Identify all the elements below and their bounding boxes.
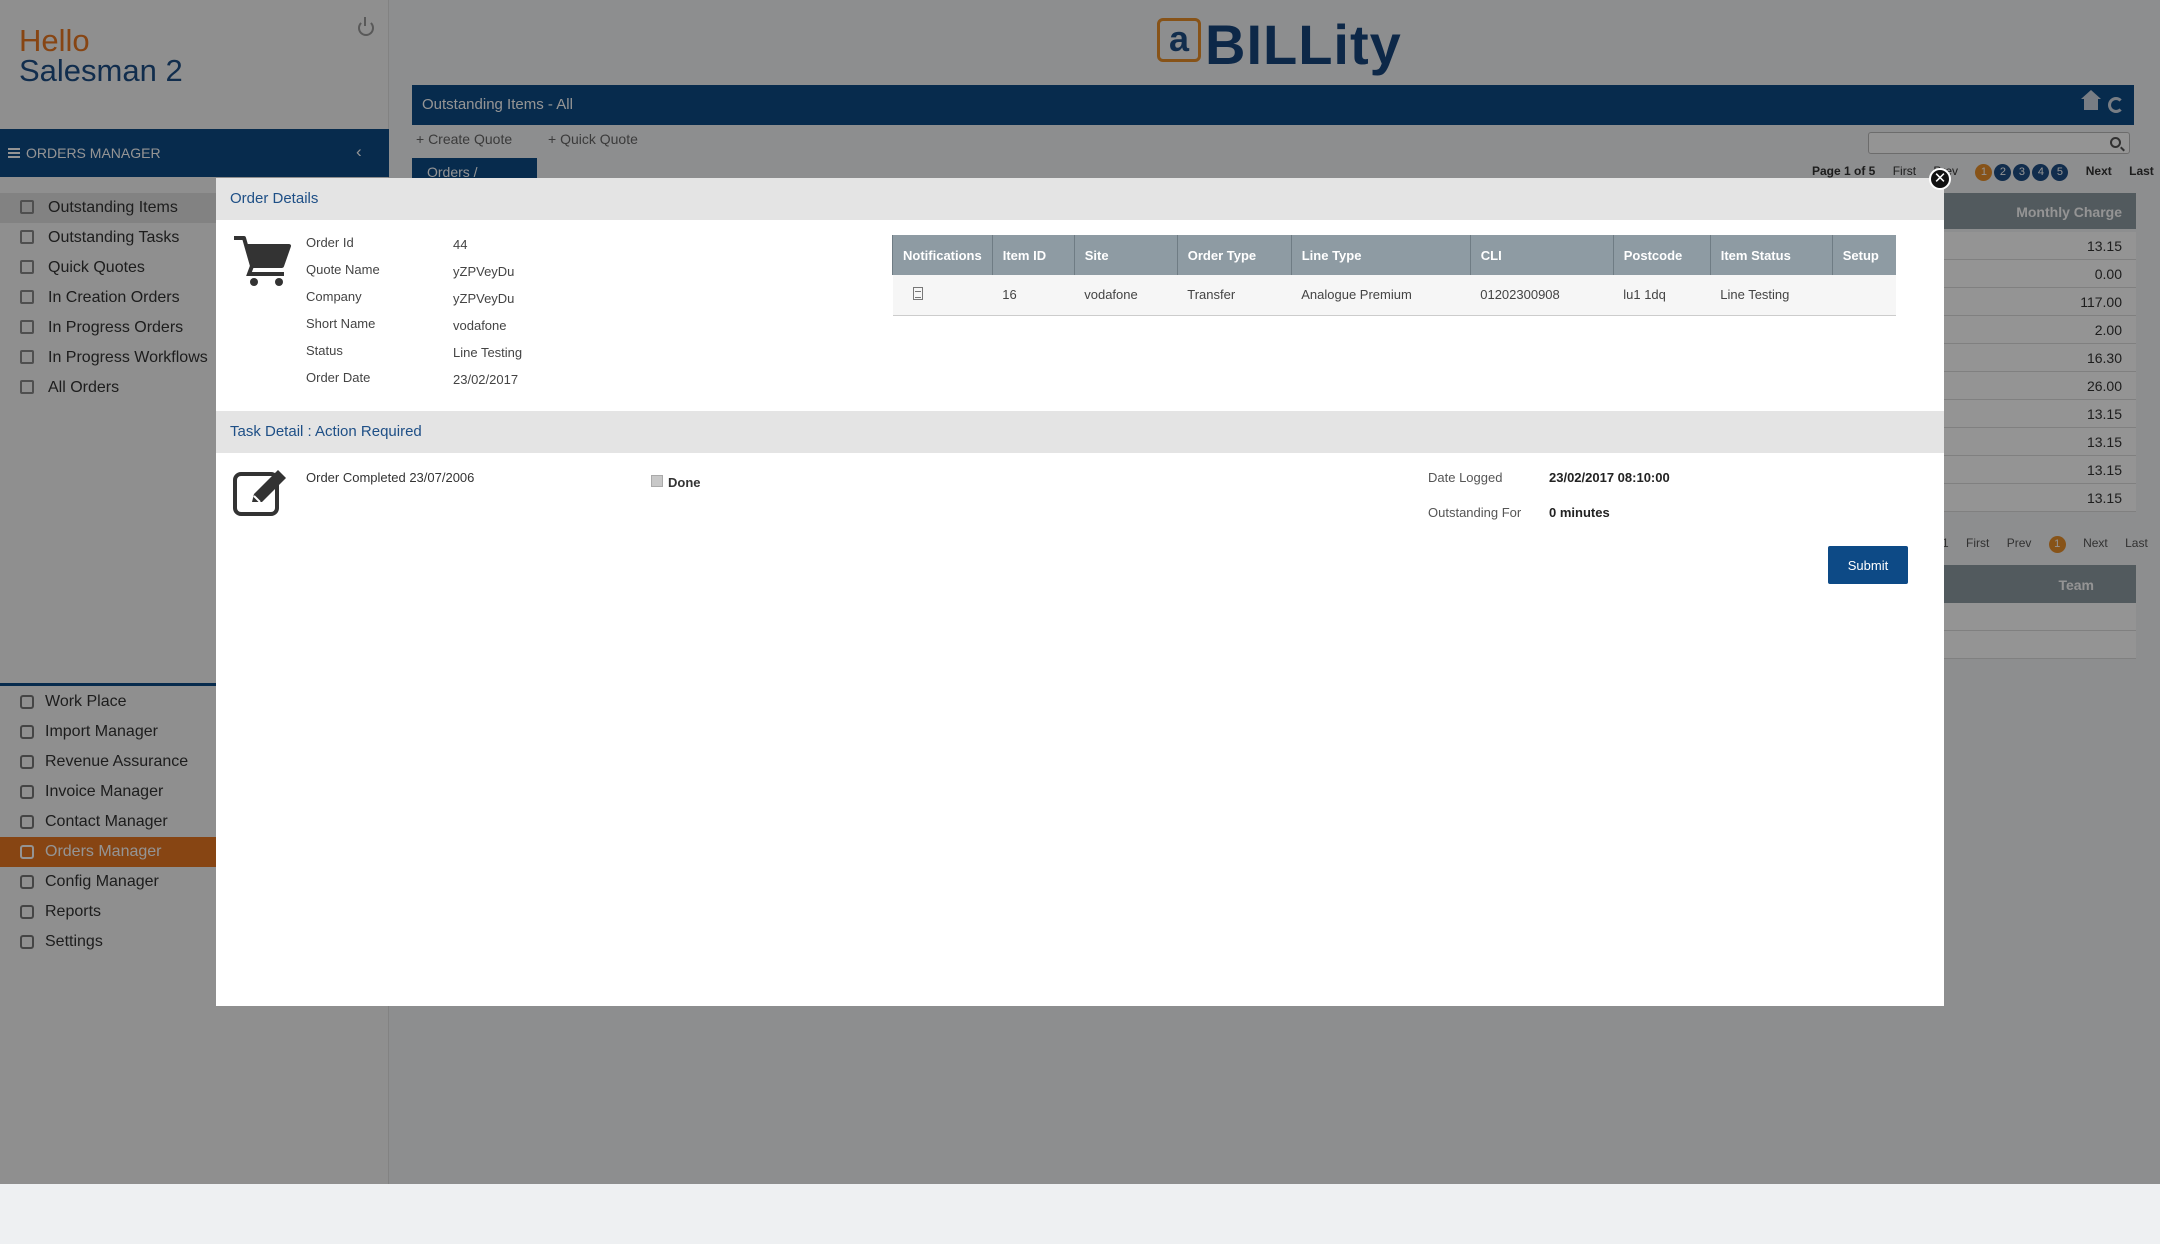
field-label-company: Company <box>306 289 362 304</box>
outstanding-for-value: 0 minutes <box>1549 505 1610 520</box>
field-label-order-date: Order Date <box>306 370 371 385</box>
edit-icon <box>233 470 286 516</box>
column-header[interactable]: Site <box>1073 235 1178 275</box>
close-icon[interactable]: ✕ <box>1929 168 1951 190</box>
date-logged-value: 23/02/2017 08:10:00 <box>1549 470 1670 485</box>
field-value-order-date: 23/02/2017 <box>453 372 519 387</box>
order-details-modal: Order Details Order Id 44 Quote Name yZP… <box>216 178 1944 1006</box>
order-items-table: Notifications Item ID Site Order Type Li… <box>892 235 1896 316</box>
done-checkbox-label[interactable]: Done <box>668 475 701 490</box>
field-label-short-name: Short Name <box>306 316 376 331</box>
table-cell: Analogue Premium <box>1291 275 1471 316</box>
task-detail-title: Task Detail : Action Required <box>216 411 1944 453</box>
column-header[interactable]: Item Status <box>1709 235 1833 275</box>
cart-icon <box>234 236 291 286</box>
date-logged-label: Date Logged <box>1428 470 1503 485</box>
table-cell: Line Testing <box>1710 275 1833 316</box>
document-icon[interactable] <box>912 286 923 300</box>
task-description: Order Completed 23/07/2006 <box>306 470 475 485</box>
table-cell <box>1832 275 1896 316</box>
field-value-company: yZPVeyDu <box>453 291 515 306</box>
field-value-quote-name: yZPVeyDu <box>453 264 515 279</box>
field-value-short-name: vodafone <box>453 318 507 333</box>
table-cell: 16 <box>992 275 1075 316</box>
outstanding-for-label: Outstanding For <box>1428 505 1522 520</box>
field-value-order-id: 44 <box>453 237 468 252</box>
footer-bar <box>0 1184 2160 1244</box>
table-cell: vodafone <box>1074 275 1178 316</box>
field-label-status: Status <box>306 343 343 358</box>
submit-button[interactable]: Submit <box>1828 546 1908 584</box>
column-header[interactable]: Order Type <box>1176 235 1292 275</box>
field-value-status: Line Testing <box>453 345 523 360</box>
table-cell: 01202300908 <box>1470 275 1614 316</box>
column-header[interactable]: Postcode <box>1612 235 1711 275</box>
order-details-title: Order Details <box>216 178 1944 220</box>
table-cell-notifications[interactable] <box>892 275 993 316</box>
column-header[interactable]: CLI <box>1469 235 1614 275</box>
column-header[interactable]: Item ID <box>991 235 1075 275</box>
column-header[interactable]: Notifications <box>892 235 993 275</box>
field-label-order-id: Order Id <box>306 235 354 250</box>
column-header[interactable]: Setup <box>1831 235 1896 275</box>
table-cell: Transfer <box>1177 275 1292 316</box>
table-cell: lu1 1dq <box>1613 275 1711 316</box>
table-row[interactable]: 16 vodafone Transfer Analogue Premium 01… <box>892 275 1896 316</box>
field-label-quote-name: Quote Name <box>306 262 380 277</box>
done-checkbox[interactable] <box>651 475 663 487</box>
column-header[interactable]: Line Type <box>1290 235 1471 275</box>
table-header-row: Notifications Item ID Site Order Type Li… <box>892 235 1896 275</box>
